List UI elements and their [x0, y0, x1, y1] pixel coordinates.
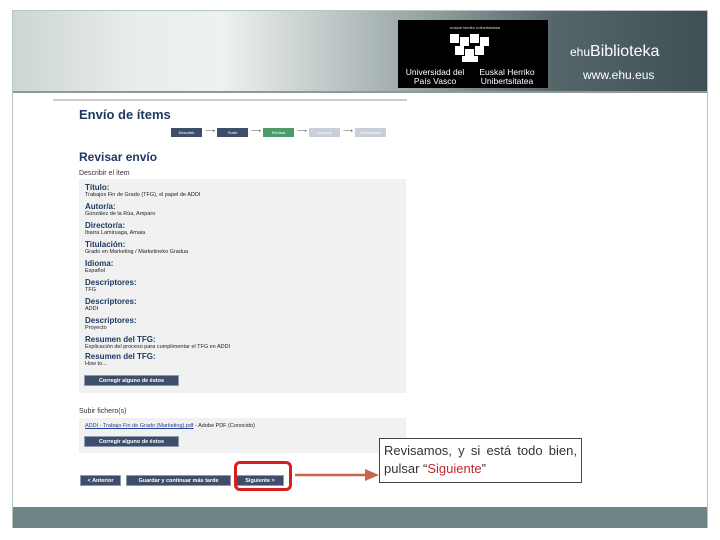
field-value: ADDI — [85, 306, 99, 312]
university-logo: euskal herriko unibertsitatea Universida… — [398, 20, 548, 88]
field-label: Título: — [85, 183, 110, 192]
field-label: Resumen del TFG: — [85, 335, 156, 344]
field-value: Trabajos Fin de Grado (TFG), el papel de… — [85, 192, 201, 198]
correct-files-button[interactable]: Corregir alguno de éstos — [84, 436, 179, 447]
brand-prefix: ehu — [570, 45, 591, 59]
field-label: Descriptores: — [85, 297, 137, 306]
field-keyword: Descriptores: ADDI — [85, 297, 137, 313]
field-language: Idioma: Español — [85, 259, 113, 275]
field-value: Ibarra Lamiruaga, Amaia — [85, 230, 146, 236]
step-complete: Completado — [355, 128, 386, 137]
field-value: How to... — [85, 361, 107, 367]
file-info: - Adobe PDF (Conocido) — [193, 423, 255, 429]
submission-screenshot: Envío de ítems Describir ⟶ Subir ⟶ Revis… — [53, 99, 407, 494]
field-label: Director/a: — [85, 221, 126, 230]
arrow-right-icon: ⟶ — [297, 128, 308, 135]
field-value: Explicación del proceso para cumplimenta… — [85, 344, 231, 350]
step-upload[interactable]: Subir — [217, 128, 248, 137]
pointer-arrow-icon — [295, 469, 379, 481]
field-abstract: Resumen del TFG: Explicación del proceso… — [85, 335, 230, 351]
file-link[interactable]: ADDI - Trabajo Fin de Grado (Marketing).… — [85, 423, 194, 429]
upv-ehu-emblem-icon — [450, 34, 489, 62]
field-value: TFG — [85, 287, 96, 293]
upload-section-label: Subir fichero(s) — [79, 408, 127, 415]
file-row: ADDI - Trabajo Fin de Grado (Marketing).… — [85, 423, 255, 429]
callout-end: ” — [481, 461, 486, 476]
arrow-right-icon: ⟶ — [251, 128, 262, 135]
banner-divider — [13, 91, 707, 93]
arrow-right-icon: ⟶ — [343, 128, 354, 135]
screenshot-top-border — [53, 99, 407, 101]
footer-bar — [13, 507, 707, 528]
brand-name: Biblioteka — [590, 43, 660, 60]
logo-small-text: euskal herriko unibertsitatea — [450, 25, 501, 30]
field-label: Autor/a: — [85, 202, 116, 211]
describe-section-label: Describir el ítem — [79, 170, 130, 177]
review-heading: Revisar envío — [79, 150, 158, 164]
page-title: Envío de ítems — [79, 107, 171, 122]
save-continue-later-button[interactable]: Guardar y continuar más tarde — [126, 475, 231, 486]
logo-text-es: Universidad del País Vasco — [405, 67, 465, 86]
field-label: Descriptores: — [85, 278, 137, 287]
field-value: Proyecto — [85, 325, 107, 331]
field-label: Descriptores: — [85, 316, 137, 325]
next-button-highlight — [234, 461, 292, 491]
instruction-callout: Revisamos, y si está todo bien, pulsar “… — [379, 438, 582, 483]
correct-metadata-button[interactable]: Corregir alguno de éstos — [84, 375, 179, 386]
field-abstract: Resumen del TFG: How to... — [85, 352, 156, 368]
previous-button[interactable]: < Anterior — [80, 475, 121, 486]
field-director: Director/a: Ibarra Lamiruaga, Amaia — [85, 221, 145, 237]
field-value: González de la Rúa, Amparo — [85, 211, 156, 217]
field-label: Titulación: — [85, 240, 126, 249]
logo-text-eu: Euskal Herriko Unibertsitatea — [479, 67, 535, 86]
field-label: Resumen del TFG: — [85, 352, 156, 361]
field-keyword: Descriptores: TFG — [85, 278, 137, 294]
field-value: Grado en Marketing / Marketineko Gradua — [85, 249, 189, 255]
arrow-right-icon: ⟶ — [205, 128, 216, 135]
field-author: Autor/a: González de la Rúa, Amparo — [85, 202, 155, 218]
step-review[interactable]: Revisar — [263, 128, 294, 137]
field-title: Título: Trabajos Fin de Grado (TFG), el … — [85, 183, 200, 199]
field-keyword: Descriptores: Proyecto — [85, 316, 137, 332]
website-url[interactable]: www.ehu.eus — [583, 68, 654, 82]
field-degree: Titulación: Grado en Marketing / Marketi… — [85, 240, 188, 256]
field-value: Español — [85, 268, 105, 274]
library-brand: ehuBiblioteka — [570, 43, 659, 61]
field-label: Idioma: — [85, 259, 114, 268]
callout-highlight: Siguiente — [427, 461, 482, 476]
step-license: Licencia — [309, 128, 340, 137]
step-describe[interactable]: Describir — [171, 128, 202, 137]
